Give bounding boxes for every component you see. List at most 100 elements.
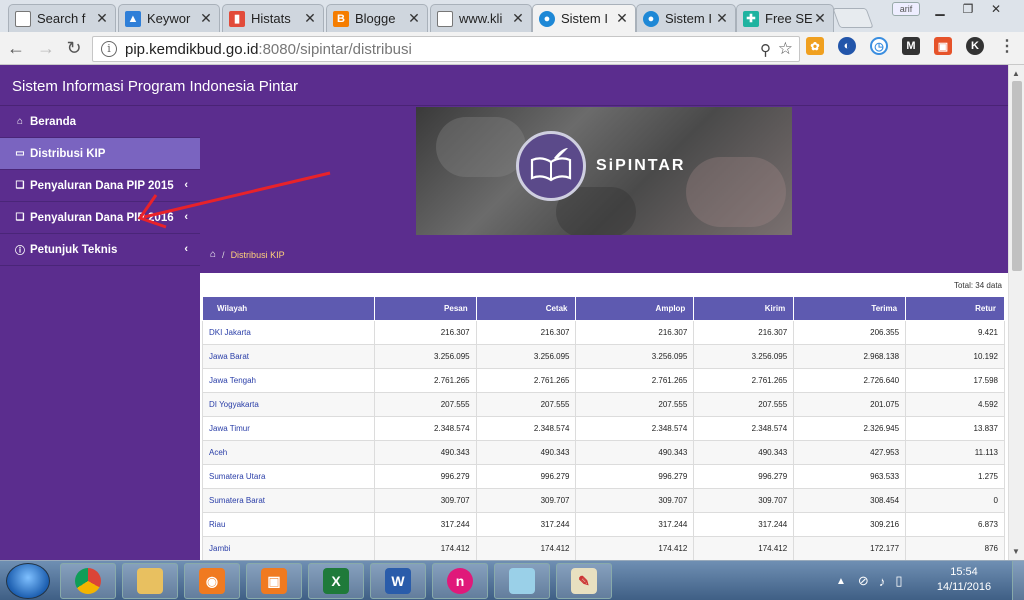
volume-icon[interactable]: ♪ — [879, 574, 886, 589]
new-tab-button[interactable] — [832, 8, 874, 28]
region-link[interactable]: Sumatera Barat — [202, 488, 375, 513]
column-header[interactable]: Pesan — [373, 296, 477, 321]
scroll-up-icon[interactable]: ▲ — [1012, 69, 1020, 78]
close-tab-icon[interactable]: ✕ — [407, 10, 421, 27]
close-tab-icon[interactable]: ✕ — [199, 10, 213, 27]
extension-icon[interactable]: ◷ — [870, 37, 888, 55]
tray-expand-icon[interactable]: ▲ — [836, 576, 846, 587]
table-cell: 317.244 — [693, 512, 795, 537]
sidebar-item-distribusi-kip[interactable]: ▭ Distribusi KIP — [0, 138, 200, 170]
close-tab-icon[interactable]: ✕ — [813, 10, 827, 27]
taskbar-word[interactable]: W — [370, 563, 426, 599]
browser-tab[interactable]: ● Sistem I ✕ — [636, 4, 736, 32]
table-row: Aceh 490.343 490.343 490.343 490.343 427.953 1… — [202, 440, 1005, 465]
region-link[interactable]: DI Yogyakarta — [202, 392, 375, 417]
address-bar[interactable]: i pip.kemdikbud.go.id:8080/sipintar/dist… — [92, 36, 800, 62]
sidebar-item-penyaluran-2015[interactable]: ❏ Penyaluran Dana PIP 2015 ‹ — [0, 170, 200, 202]
taskbar-app-n[interactable]: n — [432, 563, 488, 599]
browser-tab[interactable]: www.kli ✕ — [430, 4, 532, 32]
total-count: Total: 34 data — [953, 281, 1002, 290]
extension-icon[interactable]: ◐ — [838, 37, 856, 55]
start-button[interactable] — [6, 563, 50, 599]
table-cell: 6.873 — [905, 512, 1005, 537]
close-tab-icon[interactable]: ✕ — [511, 10, 525, 27]
scroll-down-icon[interactable]: ▼ — [1012, 547, 1020, 556]
page-scrollbar[interactable]: ▲ ▼ — [1008, 65, 1024, 560]
network-icon[interactable]: ⊘ — [858, 573, 869, 589]
column-header[interactable]: Cetak — [475, 296, 577, 321]
show-desktop-button[interactable] — [1012, 561, 1024, 600]
region-link[interactable]: Jawa Timur — [202, 416, 375, 441]
column-header[interactable]: Kirim — [693, 296, 795, 321]
table-cell: 309.707 — [693, 488, 795, 513]
region-link[interactable]: Jambi — [202, 536, 375, 560]
taskbar-chrome[interactable] — [60, 563, 116, 599]
app-n-icon: n — [447, 568, 473, 594]
table-cell: 317.244 — [373, 512, 477, 537]
breadcrumb: ⌂ / Distribusi KIP — [210, 249, 285, 260]
sidebar-item-label: Distribusi KIP — [30, 147, 106, 160]
office-icon[interactable]: ▣ — [934, 37, 952, 55]
menu-icon[interactable]: ⋮ — [998, 37, 1016, 55]
extension-icon[interactable]: K — [966, 37, 984, 55]
notepad-icon — [509, 568, 535, 594]
taskbar-paint[interactable]: ✎ — [556, 563, 612, 599]
region-link[interactable]: Jawa Tengah — [202, 368, 375, 393]
column-header[interactable]: Terima — [793, 296, 907, 321]
scroll-thumb[interactable] — [1012, 81, 1022, 271]
taskbar-clock[interactable]: 15:54 14/11/2016 — [934, 565, 994, 595]
minimize-icon[interactable]: ▁ — [926, 0, 954, 18]
close-tab-icon[interactable]: ✕ — [95, 10, 109, 27]
browser-tab[interactable]: ▲ Keywor ✕ — [118, 4, 220, 32]
close-tab-icon[interactable]: ✕ — [715, 10, 729, 27]
column-header[interactable]: Amplop — [575, 296, 695, 321]
region-link[interactable]: DKI Jakarta — [202, 320, 375, 345]
forward-icon[interactable]: → — [36, 38, 56, 58]
taskbar-explorer[interactable] — [122, 563, 178, 599]
browser-tab[interactable]: ▮ Histats ✕ — [222, 4, 324, 32]
sidebar-item-beranda[interactable]: ⌂ Beranda — [0, 106, 200, 138]
browser-tab[interactable]: ✚ Free SE ✕ — [736, 4, 834, 32]
info-icon[interactable]: i — [101, 41, 117, 57]
back-icon[interactable]: ← — [6, 38, 26, 58]
chevron-left-icon: ‹ — [184, 211, 188, 223]
home-icon[interactable]: ⌂ — [210, 249, 216, 260]
region-link[interactable]: Aceh — [202, 440, 375, 465]
region-link[interactable]: Sumatera Utara — [202, 464, 375, 489]
browser-tab[interactable]: B Blogge ✕ — [326, 4, 428, 32]
close-window-icon[interactable]: ✕ — [982, 0, 1010, 18]
bookmark-star-icon[interactable]: ☆ — [778, 39, 793, 59]
taskbar-screenshot[interactable]: ◉ — [184, 563, 240, 599]
sidebar-item-penyaluran-2016[interactable]: ❏ Penyaluran Dana PIP 2016 ‹ — [0, 202, 200, 234]
profile-badge[interactable]: arif — [892, 2, 920, 16]
table-cell: 2.761.265 — [475, 368, 577, 393]
table-cell: 996.279 — [575, 464, 695, 489]
sipintar-banner: SiPINTAR — [416, 107, 792, 235]
zoom-icon[interactable]: ⚲ — [760, 41, 771, 59]
restore-icon[interactable]: ❐ — [954, 0, 982, 18]
close-tab-icon[interactable]: ✕ — [615, 10, 629, 27]
region-link[interactable]: Riau — [202, 512, 375, 537]
table-cell: 2.761.265 — [693, 368, 795, 393]
card-icon: ▭ — [15, 148, 25, 159]
taskbar-excel[interactable]: X — [308, 563, 364, 599]
table-cell: 2.348.574 — [373, 416, 477, 441]
column-header[interactable]: Wilayah — [202, 296, 375, 321]
region-link[interactable]: Jawa Barat — [202, 344, 375, 369]
sidebar-item-petunjuk-teknis[interactable]: ⓘ Petunjuk Teknis ‹ — [0, 234, 200, 266]
reload-icon[interactable]: ↻ — [64, 38, 84, 58]
close-tab-icon[interactable]: ✕ — [303, 10, 317, 27]
window-controls: ▁ ❐ ✕ — [926, 0, 1010, 20]
table-cell: 172.177 — [793, 536, 907, 560]
taskbar-camera[interactable]: ▣ — [246, 563, 302, 599]
extension-icon[interactable]: M — [902, 37, 920, 55]
taskbar-notepad[interactable] — [494, 563, 550, 599]
app-title[interactable]: Sistem Informasi Program Indonesia Pinta… — [12, 78, 298, 95]
browser-tab-active[interactable]: ● Sistem I ✕ — [532, 4, 636, 32]
browser-tab[interactable]: Search f ✕ — [8, 4, 116, 32]
breadcrumb-current: Distribusi KIP — [230, 249, 285, 260]
column-header[interactable]: Retur — [905, 296, 1005, 321]
copy-icon: ❏ — [15, 212, 25, 223]
battery-icon[interactable]: ▯ — [895, 573, 902, 589]
extension-icon[interactable]: ✿ — [806, 37, 824, 55]
